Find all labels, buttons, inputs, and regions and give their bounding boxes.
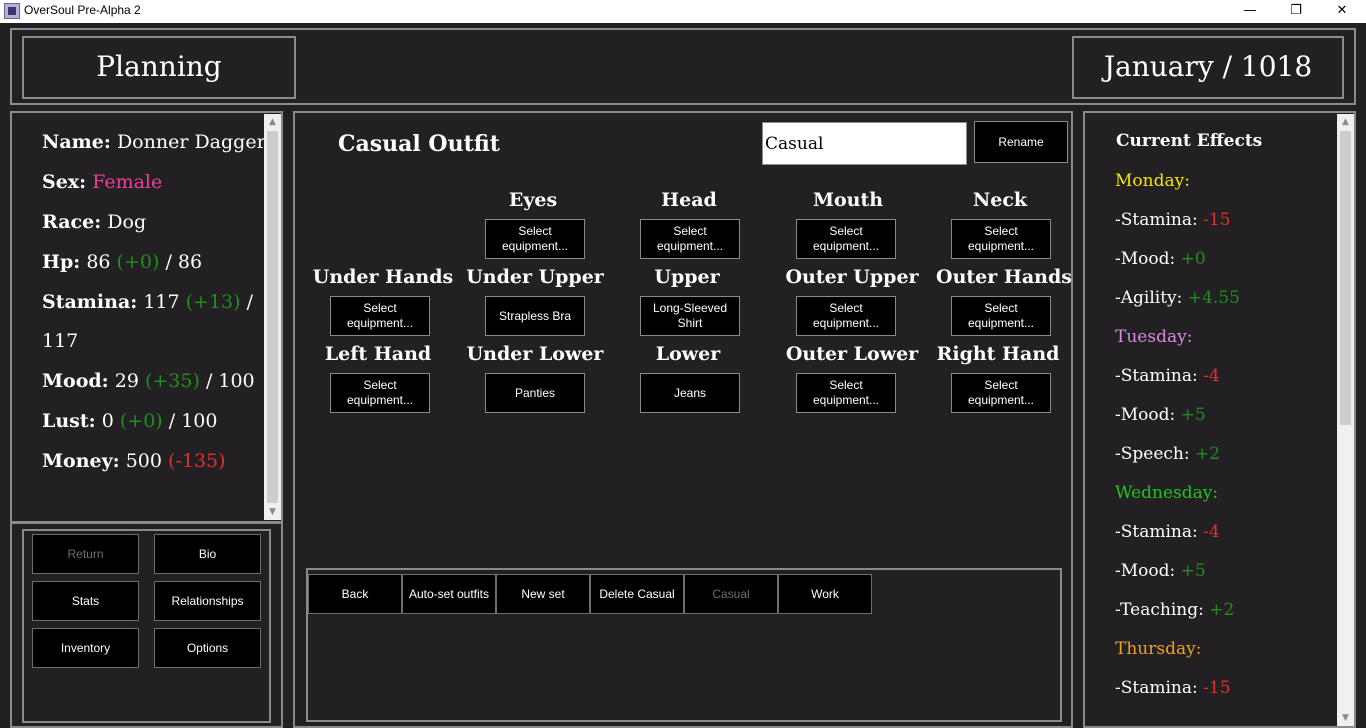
stat-hp: Hp: 86 (+0) / 86 — [42, 251, 203, 273]
under-upper-select-button[interactable]: Strapless Bra — [485, 296, 585, 336]
under-hands-select-button[interactable]: Select equipment... — [330, 296, 430, 336]
outer-upper-select-button[interactable]: Select equipment... — [796, 296, 896, 336]
window-titlebar: OverSoul Pre-Alpha 2 — ❐ ✕ — [0, 0, 1366, 23]
minimize-button[interactable]: — — [1227, 0, 1273, 22]
casual-set-tab[interactable]: Casual — [684, 574, 778, 614]
outfit-name-input[interactable] — [762, 122, 967, 165]
slot-label-outer-upper: Outer Upper — [785, 266, 919, 288]
close-button[interactable]: ✕ — [1319, 0, 1365, 22]
upper-select-button[interactable]: Long-Sleeved Shirt — [640, 296, 740, 336]
slot-label-under-lower: Under Lower — [466, 343, 604, 365]
outfit-panel: Casual Outfit Rename Eyes Head Mouth Nec… — [293, 111, 1073, 728]
auto-set-outfits-button[interactable]: Auto-set outfits — [402, 574, 496, 614]
stat-race: Race: Dog — [42, 211, 147, 233]
slot-label-outer-hands: Outer Hands — [936, 266, 1072, 288]
effect-item: -Speech: +2 — [1115, 444, 1221, 464]
effects-scrollbar[interactable]: ▲ ▼ — [1337, 114, 1354, 726]
slot-label-mouth: Mouth — [812, 189, 884, 211]
nav-panel: Return Bio Stats Relationships Inventory… — [10, 522, 283, 728]
date-display: January / 1018 — [1072, 36, 1344, 99]
scroll-thumb[interactable] — [1340, 131, 1351, 425]
relationships-button[interactable]: Relationships — [154, 581, 261, 621]
app-icon — [4, 3, 20, 19]
new-set-button[interactable]: New set — [496, 574, 590, 614]
effects-day-monday: Monday: — [1115, 171, 1190, 191]
restore-button[interactable]: ❐ — [1273, 0, 1319, 22]
outer-hands-select-button[interactable]: Select equipment... — [951, 296, 1051, 336]
effect-item: -Mood: +0 — [1115, 249, 1206, 269]
effect-item: -Stamina: -4 — [1115, 366, 1220, 386]
header-bar: Planning January / 1018 — [10, 28, 1356, 105]
work-set-tab[interactable]: Work — [778, 574, 872, 614]
slot-label-left-hand: Left Hand — [324, 343, 432, 365]
slot-label-under-hands: Under Hands — [312, 266, 454, 288]
stat-name: Name: Donner Dagger — [42, 131, 266, 153]
back-button[interactable]: Back — [308, 574, 402, 614]
slot-label-outer-lower: Outer Lower — [785, 343, 919, 365]
effect-item: -Mood: +5 — [1115, 405, 1206, 425]
stat-mood: Mood: 29 (+35) / 100 — [42, 370, 255, 392]
window-title: OverSoul Pre-Alpha 2 — [24, 3, 141, 17]
slot-label-neck: Neck — [972, 189, 1028, 211]
left-hand-select-button[interactable]: Select equipment... — [330, 373, 430, 413]
effect-item: -Agility: +4.55 — [1115, 288, 1240, 308]
slot-label-lower: Lower — [655, 343, 721, 365]
stat-lust: Lust: 0 (+0) / 100 — [42, 410, 218, 432]
screen-title: Planning — [22, 36, 296, 99]
right-hand-select-button[interactable]: Select equipment... — [951, 373, 1051, 413]
outfit-title: Casual Outfit — [338, 131, 500, 157]
effects-title: Current Effects — [1116, 131, 1263, 151]
slot-label-upper: Upper — [654, 266, 720, 288]
effect-item: -Teaching: +2 — [1115, 600, 1235, 620]
stat-money: Money: 500 (-135) — [42, 450, 226, 472]
effect-item: -Stamina: -15 — [1115, 210, 1231, 230]
under-lower-select-button[interactable]: Panties — [485, 373, 585, 413]
mouth-select-button[interactable]: Select equipment... — [796, 219, 896, 259]
scroll-down-icon[interactable]: ▼ — [264, 504, 281, 520]
character-panel: Name: Donner Dagger Sex: Female Race: Do… — [10, 111, 283, 523]
scroll-down-icon[interactable]: ▼ — [1337, 710, 1354, 726]
scroll-thumb[interactable] — [267, 131, 278, 503]
slot-label-head: Head — [661, 189, 717, 211]
bio-button[interactable]: Bio — [154, 534, 261, 574]
slot-label-under-upper: Under Upper — [466, 266, 604, 288]
inventory-button[interactable]: Inventory — [32, 628, 139, 668]
return-button[interactable]: Return — [32, 534, 139, 574]
eyes-select-button[interactable]: Select equipment... — [485, 219, 585, 259]
character-scrollbar[interactable]: ▲ ▼ — [264, 114, 281, 520]
scroll-up-icon[interactable]: ▲ — [1337, 114, 1354, 130]
stat-stamina-max: 117 — [42, 330, 79, 352]
delete-set-button[interactable]: Delete Casual — [590, 574, 684, 614]
lower-select-button[interactable]: Jeans — [640, 373, 740, 413]
slot-label-right-hand: Right Hand — [936, 343, 1060, 365]
head-select-button[interactable]: Select equipment... — [640, 219, 740, 259]
slot-label-eyes: Eyes — [508, 189, 558, 211]
options-button[interactable]: Options — [154, 628, 261, 668]
scroll-up-icon[interactable]: ▲ — [264, 114, 281, 130]
stats-button[interactable]: Stats — [32, 581, 139, 621]
effects-panel: Current Effects Monday: -Stamina: -15 -M… — [1083, 111, 1356, 728]
stat-sex: Sex: Female — [42, 171, 163, 193]
outfit-toolbar-box: Back Auto-set outfits New set Delete Cas… — [306, 568, 1062, 722]
neck-select-button[interactable]: Select equipment... — [951, 219, 1051, 259]
effect-item: -Stamina: -15 — [1115, 678, 1231, 698]
stat-stamina: Stamina: 117 (+13) / — [42, 291, 254, 313]
effects-day-thursday: Thursday: — [1115, 639, 1202, 659]
effects-day-wednesday: Wednesday: — [1115, 483, 1219, 503]
outer-lower-select-button[interactable]: Select equipment... — [796, 373, 896, 413]
rename-button[interactable]: Rename — [974, 121, 1068, 163]
effect-item: -Mood: +5 — [1115, 561, 1206, 581]
effect-item: -Stamina: -4 — [1115, 522, 1220, 542]
effects-day-tuesday: Tuesday: — [1115, 327, 1193, 347]
